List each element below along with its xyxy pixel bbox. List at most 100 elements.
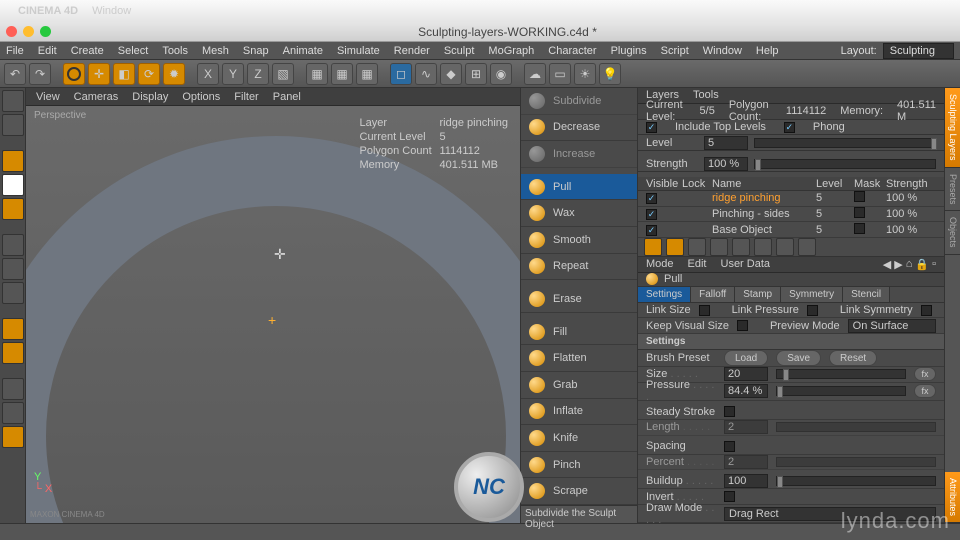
layer-visible-checkbox[interactable]: [646, 209, 657, 220]
layer-visible-checkbox[interactable]: [646, 193, 657, 204]
menu-render[interactable]: Render: [394, 45, 430, 57]
tab-stencil[interactable]: Stencil: [843, 287, 890, 302]
steady-stroke-checkbox[interactable]: [724, 406, 735, 417]
reset-button[interactable]: Reset: [829, 350, 877, 366]
undo-button[interactable]: ↶: [4, 63, 26, 85]
light2-button[interactable]: 💡: [599, 63, 621, 85]
spacing-checkbox[interactable]: [724, 441, 735, 452]
mac-app-name[interactable]: CINEMA 4D: [18, 5, 78, 17]
render-button[interactable]: ▦: [306, 63, 328, 85]
strength-slider[interactable]: [754, 159, 936, 169]
live-select-button[interactable]: [63, 63, 85, 85]
lock-icon[interactable]: 🔒: [915, 258, 929, 271]
layer-row[interactable]: Pinching - sides5 100 %: [638, 207, 944, 223]
side-tab-objects[interactable]: Objects: [945, 211, 960, 255]
phong-checkbox[interactable]: [784, 122, 795, 133]
mac-menu-window[interactable]: Window: [92, 5, 131, 17]
light-button[interactable]: ☀: [574, 63, 596, 85]
size-field[interactable]: 20: [724, 367, 768, 381]
layer-btn6[interactable]: [754, 238, 772, 256]
menu-mesh[interactable]: Mesh: [202, 45, 229, 57]
side-tab-presets[interactable]: Presets: [945, 168, 960, 212]
maximize-icon[interactable]: [40, 26, 51, 37]
menu-plugins[interactable]: Plugins: [611, 45, 647, 57]
strength-field[interactable]: 100 %: [704, 157, 748, 171]
link-symmetry-checkbox[interactable]: [921, 305, 932, 316]
layer-mask-checkbox[interactable]: [854, 191, 865, 202]
edges-mode-button[interactable]: [2, 258, 24, 280]
layer-btn7[interactable]: [776, 238, 794, 256]
layer-mask-checkbox[interactable]: [854, 207, 865, 218]
menu-edit[interactable]: Edit: [38, 45, 57, 57]
menu-simulate[interactable]: Simulate: [337, 45, 380, 57]
render-settings-button[interactable]: ▦: [356, 63, 378, 85]
menu-window[interactable]: Window: [703, 45, 742, 57]
nav-up-icon[interactable]: ⌂: [906, 258, 913, 271]
invert-checkbox[interactable]: [724, 491, 735, 502]
size-fx-button[interactable]: fx: [914, 367, 936, 381]
axis-button[interactable]: [2, 318, 24, 340]
vp-menu-filter[interactable]: Filter: [234, 91, 258, 103]
tab-stamp[interactable]: Stamp: [735, 287, 781, 302]
tab-symmetry[interactable]: Symmetry: [781, 287, 843, 302]
menu-mograph[interactable]: MoGraph: [488, 45, 534, 57]
menu-script[interactable]: Script: [661, 45, 689, 57]
snap-button[interactable]: [2, 342, 24, 364]
buildup-field[interactable]: 100: [724, 474, 768, 488]
menu-snap[interactable]: Snap: [243, 45, 269, 57]
attr-menu-edit[interactable]: Edit: [688, 258, 707, 270]
delete-layer-button[interactable]: [688, 238, 706, 256]
side-tab-sculpting-layers[interactable]: Sculpting Layers: [945, 88, 960, 168]
axis-x-button[interactable]: X: [197, 63, 219, 85]
vp-menu-options[interactable]: Options: [182, 91, 220, 103]
menu-sculpt[interactable]: Sculpt: [444, 45, 475, 57]
new-icon[interactable]: ▫: [932, 258, 936, 271]
axis-y-button[interactable]: Y: [222, 63, 244, 85]
level-slider[interactable]: [754, 138, 936, 148]
layer-row[interactable]: ridge pinching5 100 %: [638, 191, 944, 207]
layer-mask-checkbox[interactable]: [854, 223, 865, 234]
add-layer-button[interactable]: [644, 238, 662, 256]
flatten-brush[interactable]: Flatten: [521, 345, 637, 372]
preview-mode-select[interactable]: On Surface: [848, 319, 936, 333]
link-pressure-checkbox[interactable]: [807, 305, 818, 316]
close-icon[interactable]: [6, 26, 17, 37]
axis-z-button[interactable]: Z: [247, 63, 269, 85]
size-slider[interactable]: [776, 369, 906, 379]
texture-mode-button[interactable]: [2, 174, 24, 196]
vp-menu-display[interactable]: Display: [132, 91, 168, 103]
coord-button[interactable]: ▧: [272, 63, 294, 85]
recent-tool-button[interactable]: ✹: [163, 63, 185, 85]
vp-menu-panel[interactable]: Panel: [273, 91, 301, 103]
menu-animate[interactable]: Animate: [283, 45, 323, 57]
cube-button[interactable]: ◻: [390, 63, 412, 85]
rotate-button[interactable]: ⟳: [138, 63, 160, 85]
layer-visible-checkbox[interactable]: [646, 225, 657, 236]
fill-brush[interactable]: Fill: [521, 319, 637, 346]
camera-button[interactable]: ▭: [549, 63, 571, 85]
save-button[interactable]: Save: [776, 350, 821, 366]
redo-button[interactable]: ↷: [29, 63, 51, 85]
menu-create[interactable]: Create: [71, 45, 104, 57]
increase-button[interactable]: Increase: [521, 141, 637, 168]
polygons-mode-button[interactable]: [2, 282, 24, 304]
pull-brush[interactable]: Pull: [521, 174, 637, 201]
tab-settings[interactable]: Settings: [638, 287, 691, 302]
percent-field[interactable]: 2: [724, 455, 768, 469]
percent-slider[interactable]: [776, 457, 936, 467]
menu-file[interactable]: File: [6, 45, 24, 57]
menu-character[interactable]: Character: [548, 45, 596, 57]
array-button[interactable]: ⊞: [465, 63, 487, 85]
inflate-brush[interactable]: Inflate: [521, 399, 637, 426]
vp-menu-view[interactable]: View: [36, 91, 60, 103]
environment-button[interactable]: ☁: [524, 63, 546, 85]
object-mode-button[interactable]: [2, 150, 24, 172]
load-button[interactable]: Load: [724, 350, 768, 366]
nav-back-icon[interactable]: ◀: [883, 258, 891, 271]
length-field[interactable]: 2: [724, 420, 768, 434]
include-top-levels-checkbox[interactable]: [646, 122, 657, 133]
link-size-checkbox[interactable]: [699, 305, 710, 316]
smooth-brush[interactable]: Smooth: [521, 227, 637, 254]
grab-brush[interactable]: Grab: [521, 372, 637, 399]
repeat-brush[interactable]: Repeat: [521, 254, 637, 281]
